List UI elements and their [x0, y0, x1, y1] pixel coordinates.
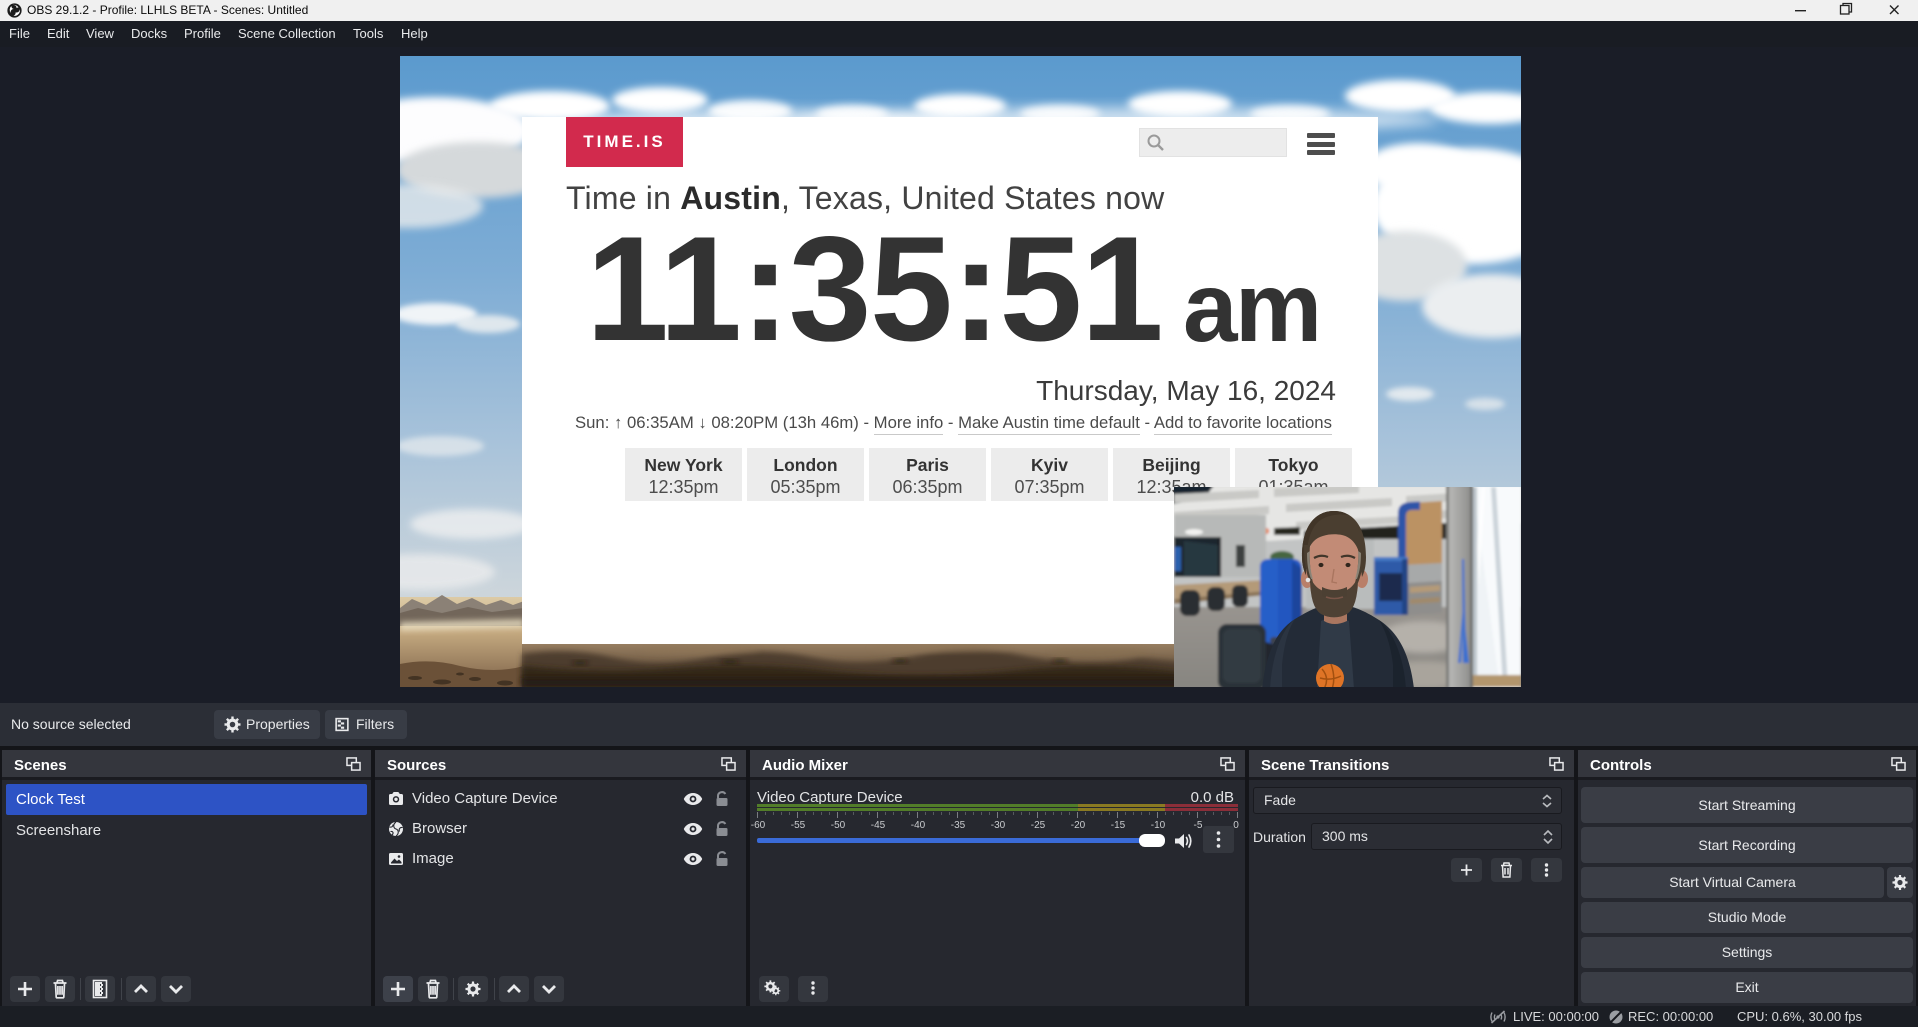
svg-text:-10: -10 [1151, 820, 1166, 831]
svg-text:0: 0 [1233, 820, 1239, 831]
svg-text:-15: -15 [1111, 820, 1126, 831]
svg-text:-5: -5 [1194, 820, 1203, 831]
svg-text:-45: -45 [871, 820, 886, 831]
svg-text:-40: -40 [911, 820, 926, 831]
svg-text:-30: -30 [991, 820, 1006, 831]
svg-text:-55: -55 [791, 820, 806, 831]
svg-text:-20: -20 [1071, 820, 1086, 831]
svg-text:-50: -50 [831, 820, 846, 831]
svg-text:-35: -35 [951, 820, 966, 831]
svg-text:-60: -60 [751, 820, 766, 831]
svg-text:-25: -25 [1031, 820, 1046, 831]
